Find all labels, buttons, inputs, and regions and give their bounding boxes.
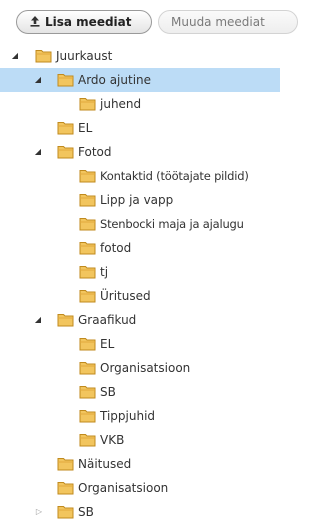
tree-node-label: Organisatsioon <box>78 481 169 495</box>
tree-node-label: EL <box>100 337 115 351</box>
tree-node-label: SB <box>100 385 116 399</box>
tree-node-label: Lipp ja vapp <box>100 193 174 207</box>
media-toolbar: Lisa meediat Muuda meediat <box>0 0 298 44</box>
tree-node-organisatsioon[interactable]: Organisatsioon <box>0 476 280 500</box>
tree-node-label: Näitused <box>78 457 132 471</box>
tree-node-label: Stenbocki maja ja ajalugu <box>100 217 244 231</box>
tree-node-el[interactable]: EL <box>0 116 280 140</box>
folder-icon <box>57 122 74 135</box>
tree-node-sb[interactable]: ▷ SB <box>0 500 280 524</box>
folder-icon <box>79 218 96 231</box>
folder-icon <box>35 50 52 63</box>
upload-icon <box>30 16 40 27</box>
tree-node-label: Organisatsioon <box>100 361 191 375</box>
tree-node-graafikud-el[interactable]: EL <box>0 332 280 356</box>
folder-icon <box>57 74 74 87</box>
tree-node-ardo-ajutine[interactable]: ◢ Ardo ajutine <box>0 68 280 92</box>
expand-toggle-icon[interactable]: ◢ <box>32 314 44 326</box>
tree-node-graafikud-sb[interactable]: SB <box>0 380 280 404</box>
folder-icon <box>57 314 74 327</box>
tree-node-fotod-sub[interactable]: fotod <box>0 236 280 260</box>
tree-node-lipp-ja-vapp[interactable]: Lipp ja vapp <box>0 188 280 212</box>
tree-node-label: Ardo ajutine <box>78 73 152 87</box>
tree-node-fotod[interactable]: ◢ Fotod <box>0 140 280 164</box>
add-media-label: Lisa meediat <box>45 15 132 29</box>
folder-icon <box>57 482 74 495</box>
tree-node-naitused[interactable]: Näitused <box>0 452 280 476</box>
tree-node-graafikud-tippjuhid[interactable]: Tippjuhid <box>0 404 280 428</box>
tree-node-label: SB <box>78 505 94 519</box>
tree-node-label: Graafikud <box>78 313 137 327</box>
tree-node-label: Tippjuhid <box>100 409 156 423</box>
tree-node-graafikud-organisatsioon[interactable]: Organisatsioon <box>0 356 280 380</box>
tree-node-tj[interactable]: tj <box>0 260 280 284</box>
expand-toggle-icon[interactable]: ▷ <box>33 506 45 518</box>
folder-icon <box>79 434 96 447</box>
folder-icon <box>79 194 96 207</box>
expand-toggle-icon[interactable]: ◢ <box>32 74 44 86</box>
tree-node-label: fotod <box>100 241 132 255</box>
edit-media-button[interactable]: Muuda meediat <box>158 10 298 34</box>
folder-icon <box>79 362 96 375</box>
tree-node-juurkaust[interactable]: ◢ Juurkaust <box>0 44 280 68</box>
tree-node-label: Fotod <box>78 145 112 159</box>
tree-node-label: juhend <box>100 97 142 111</box>
folder-icon <box>57 146 74 159</box>
tree-node-kontaktid[interactable]: Kontaktid (töötajate pildid) <box>0 164 280 188</box>
edit-media-label: Muuda meediat <box>171 15 265 29</box>
folder-tree: ◢ Juurkaust ◢ Ardo ajutine juhend EL ◢ F… <box>0 44 280 524</box>
folder-icon <box>79 410 96 423</box>
tree-node-label: EL <box>78 121 93 135</box>
tree-node-graafikud[interactable]: ◢ Graafikud <box>0 308 280 332</box>
expand-toggle-icon[interactable]: ◢ <box>9 50 21 62</box>
tree-node-label: tj <box>100 265 109 279</box>
folder-icon <box>57 506 74 519</box>
folder-icon <box>79 386 96 399</box>
tree-node-label: Üritused <box>100 289 151 303</box>
tree-node-juhend[interactable]: juhend <box>0 92 280 116</box>
add-media-button[interactable]: Lisa meediat <box>16 10 152 34</box>
tree-node-label: VKB <box>100 433 125 447</box>
folder-icon <box>79 242 96 255</box>
tree-node-label: Kontaktid (töötajate pildid) <box>100 169 249 183</box>
folder-icon <box>79 98 96 111</box>
folder-icon <box>79 338 96 351</box>
folder-icon <box>79 266 96 279</box>
folder-icon <box>79 170 96 183</box>
tree-node-graafikud-vkb[interactable]: VKB <box>0 428 280 452</box>
tree-node-uritused[interactable]: Üritused <box>0 284 280 308</box>
folder-icon <box>79 290 96 303</box>
expand-toggle-icon[interactable]: ◢ <box>32 146 44 158</box>
folder-icon <box>57 458 74 471</box>
tree-node-label: Juurkaust <box>56 49 113 63</box>
tree-node-stenbocki-maja[interactable]: Stenbocki maja ja ajalugu <box>0 212 280 236</box>
